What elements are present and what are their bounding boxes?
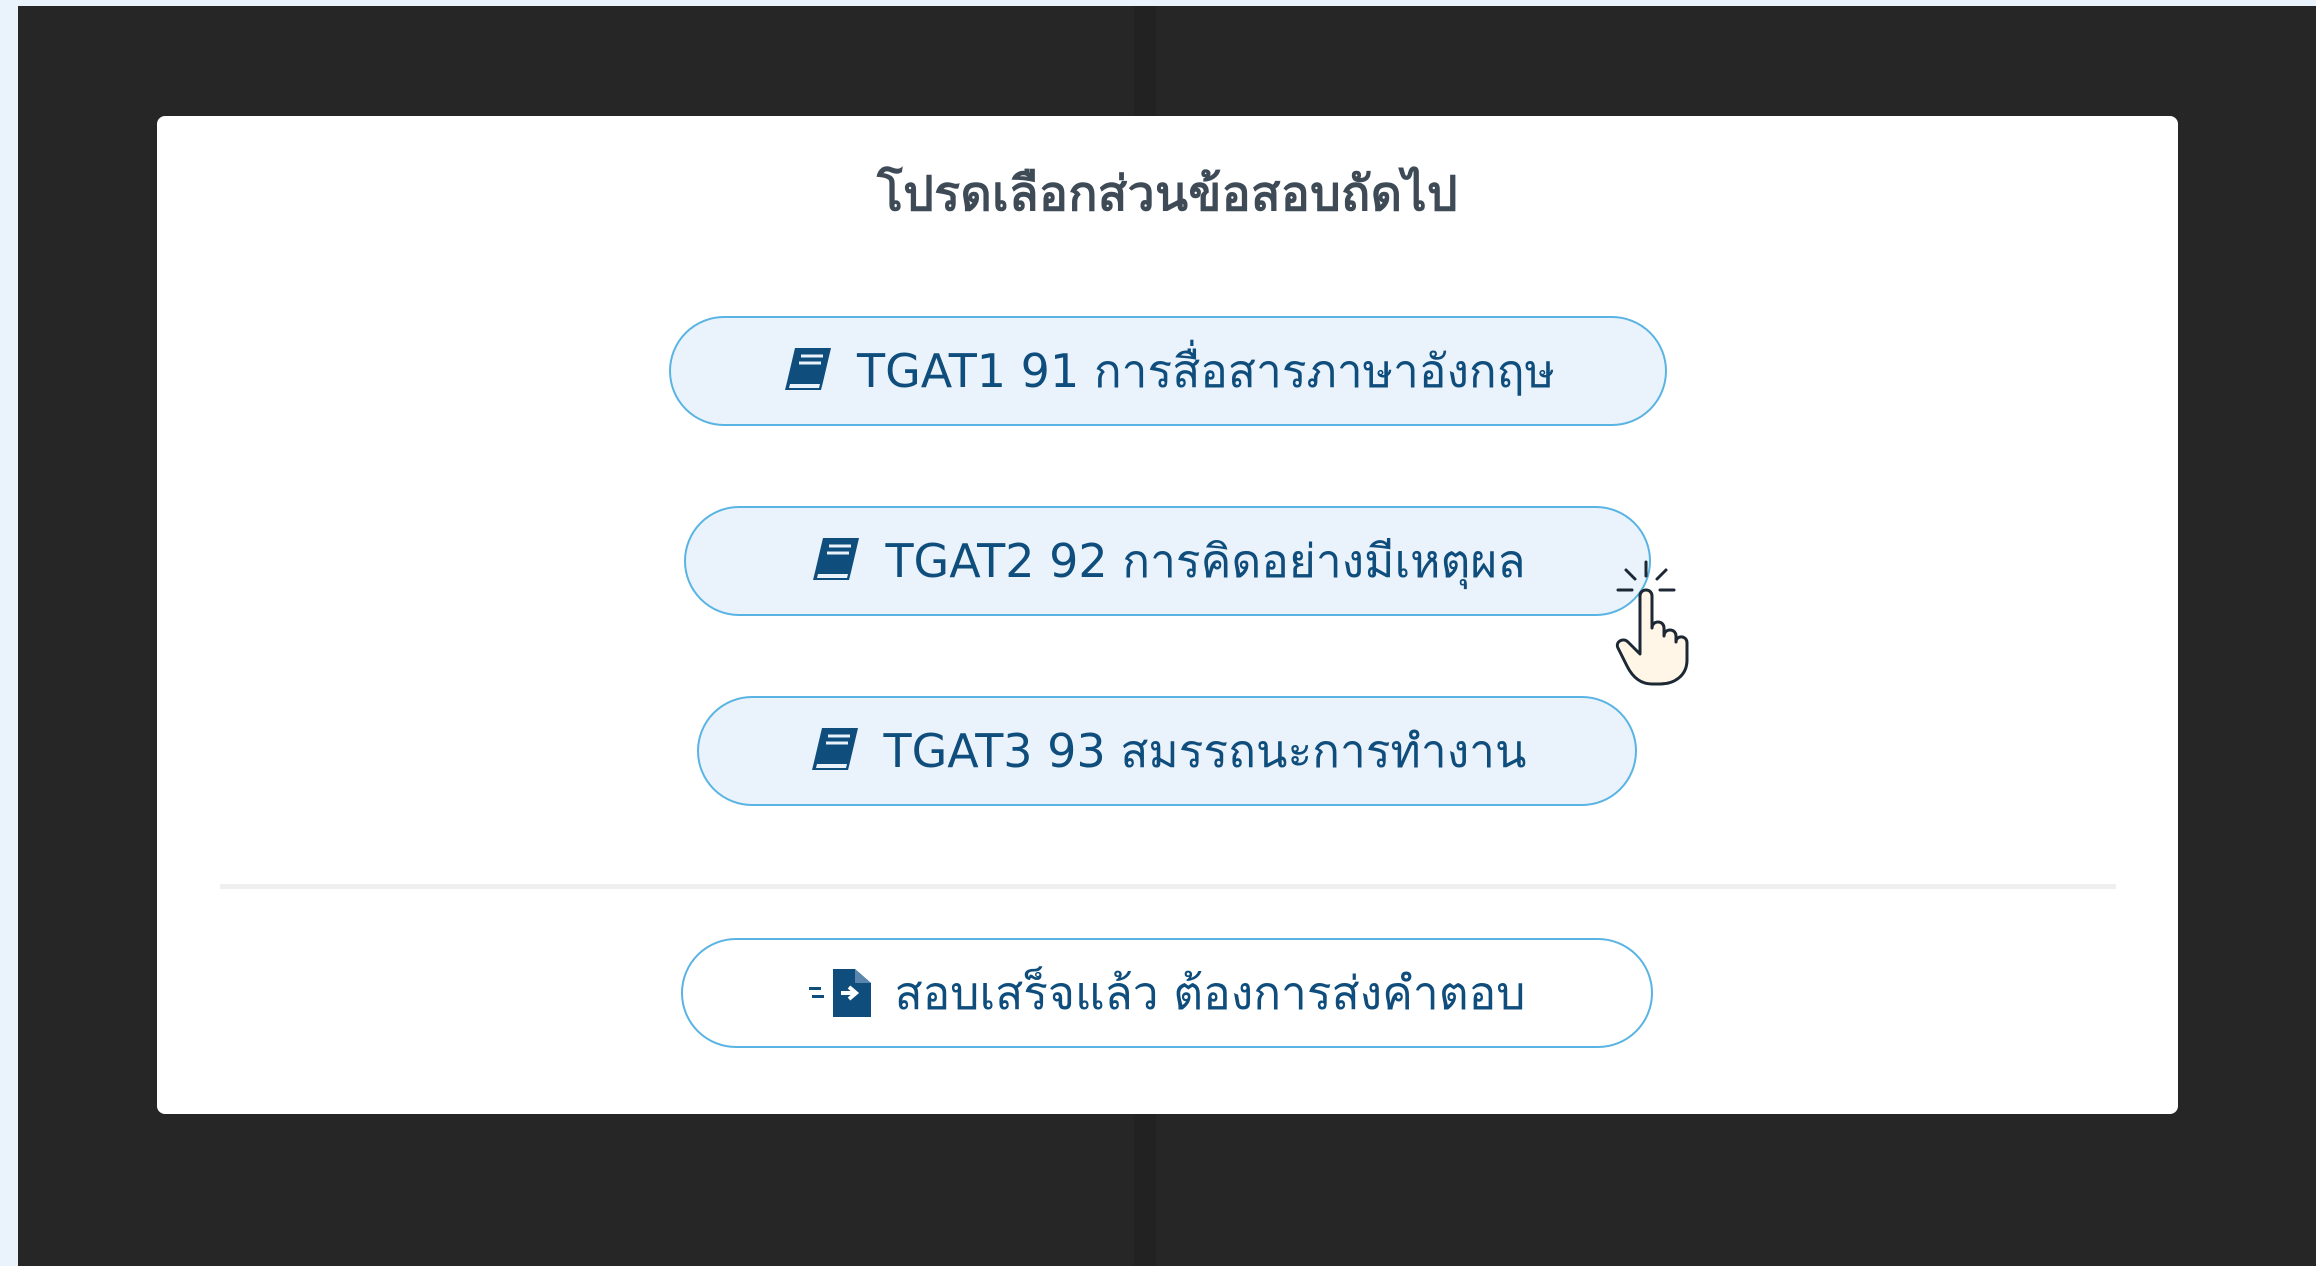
section-label: TGAT3 93 สมรรถนะการทำงาน	[883, 723, 1527, 778]
hand-pointer-cursor-icon	[1610, 556, 1690, 686]
section-button-tgat3[interactable]: TGAT3 93 สมรรถนะการทำงาน	[697, 696, 1637, 806]
divider	[220, 884, 2116, 889]
section-label: TGAT1 91 การสื่อสารภาษาอังกฤษ	[857, 343, 1555, 398]
book-icon	[781, 346, 835, 396]
file-export-icon	[808, 967, 873, 1019]
modal-title: โปรดเลือกส่วนข้อสอบถัดไป	[876, 166, 1459, 222]
book-icon	[808, 726, 862, 776]
section-select-modal: โปรดเลือกส่วนข้อสอบถัดไป TGAT1 91 การสื่…	[157, 116, 2178, 1114]
section-button-tgat1[interactable]: TGAT1 91 การสื่อสารภาษาอังกฤษ	[669, 316, 1667, 426]
submit-answers-button[interactable]: สอบเสร็จแล้ว ต้องการส่งคำตอบ	[681, 938, 1653, 1048]
section-label: TGAT2 92 การคิดอย่างมีเหตุผล	[885, 533, 1526, 588]
section-button-tgat2[interactable]: TGAT2 92 การคิดอย่างมีเหตุผล	[684, 506, 1651, 616]
book-icon	[809, 536, 863, 586]
submit-label: สอบเสร็จแล้ว ต้องการส่งคำตอบ	[894, 965, 1526, 1020]
